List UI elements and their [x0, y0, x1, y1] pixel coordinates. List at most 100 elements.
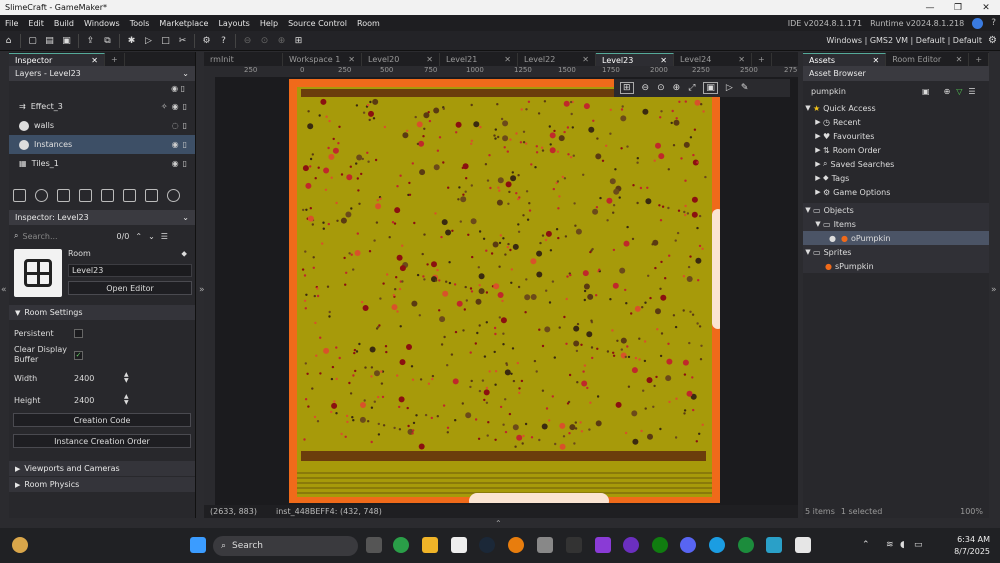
room-instance[interactable] [455, 121, 462, 128]
room-instance[interactable] [696, 226, 699, 230]
room-instance[interactable] [478, 273, 485, 280]
room-instance[interactable] [626, 225, 629, 229]
room-instance[interactable] [588, 126, 595, 133]
room-instance[interactable] [512, 424, 519, 431]
room-instance[interactable] [653, 159, 656, 162]
room-instance[interactable] [377, 325, 380, 329]
room-instance[interactable] [684, 179, 687, 182]
room-instance[interactable] [423, 112, 430, 119]
room-instance[interactable] [478, 288, 485, 295]
run-icon[interactable]: ▷ [142, 34, 155, 47]
room-instance[interactable] [475, 298, 482, 305]
fit-view-icon[interactable]: ⤢ [688, 83, 695, 93]
add-tab-button[interactable]: + [752, 53, 772, 66]
room-instance[interactable] [335, 346, 338, 349]
room-instance[interactable] [579, 421, 582, 424]
room-instance[interactable] [694, 99, 701, 106]
room-instance[interactable] [592, 119, 595, 122]
room-instance[interactable] [479, 125, 482, 129]
room-instance[interactable] [406, 129, 409, 132]
lock-icon[interactable]: ▯ [183, 102, 187, 111]
room-instance[interactable] [613, 188, 620, 195]
room-instance[interactable] [545, 289, 548, 292]
room-instance[interactable] [465, 412, 472, 419]
home-icon[interactable]: ⌂ [2, 34, 15, 47]
room-instance[interactable] [302, 165, 309, 172]
room-instance[interactable] [463, 308, 466, 311]
room-instance[interactable] [530, 436, 534, 439]
room-instance[interactable] [612, 354, 616, 357]
room-instance[interactable] [606, 197, 613, 204]
height-field[interactable]: 2400 [74, 396, 124, 405]
room-instance[interactable] [436, 149, 440, 152]
chevron-down-icon[interactable]: ⌄ [182, 213, 189, 222]
room-instance[interactable] [506, 150, 509, 153]
taskbar-search[interactable]: ⌕ Search [213, 536, 358, 556]
room-instance[interactable] [416, 142, 420, 146]
room-instance[interactable] [399, 265, 406, 272]
room-instance[interactable] [525, 142, 528, 145]
room-instance[interactable] [557, 236, 560, 240]
room-instance[interactable] [596, 347, 599, 350]
room-instance[interactable] [423, 278, 426, 281]
creation-code-button[interactable]: Creation Code [13, 413, 191, 427]
tree-tags[interactable]: ▶ ⬥ Tags [803, 171, 989, 185]
room-instance[interactable] [590, 346, 594, 349]
export-icon[interactable]: ⇪ [84, 34, 97, 47]
room-instance[interactable] [620, 108, 624, 111]
open-editor-button[interactable]: Open Editor [68, 281, 192, 295]
epic-games-icon[interactable] [566, 537, 582, 553]
room-instance[interactable] [311, 387, 314, 390]
room-instance[interactable] [396, 185, 399, 188]
room-instance[interactable] [576, 322, 580, 326]
room-instance[interactable] [415, 414, 418, 417]
room-instance[interactable] [375, 203, 382, 210]
room-instance[interactable] [667, 206, 670, 210]
room-instance[interactable] [467, 233, 470, 236]
room-instance[interactable] [686, 276, 693, 282]
close-tab-icon[interactable]: ✕ [342, 55, 355, 64]
room-instance[interactable] [684, 213, 687, 217]
room-instance[interactable] [422, 135, 425, 138]
tab-inspector[interactable]: Inspector ✕ [9, 53, 105, 66]
room-instance[interactable] [573, 340, 580, 347]
room-instance[interactable] [702, 110, 705, 113]
room-instance[interactable] [485, 386, 489, 390]
room-instance[interactable] [684, 100, 687, 103]
room-instance[interactable] [682, 359, 689, 366]
room-instance[interactable] [398, 396, 405, 403]
room-instance[interactable] [535, 151, 539, 154]
battery-icon[interactable]: ▭ [914, 540, 923, 550]
room-instance[interactable] [517, 223, 520, 226]
room-instance[interactable] [398, 428, 402, 431]
room-instance[interactable] [583, 364, 587, 367]
room-instance[interactable] [364, 366, 367, 369]
room-instance[interactable] [660, 332, 664, 335]
room-instance[interactable] [595, 420, 602, 427]
room-instance[interactable] [478, 230, 482, 233]
room-instance[interactable] [512, 379, 516, 383]
unity-icon[interactable] [537, 537, 553, 553]
room-instance[interactable] [454, 419, 457, 422]
room-instance[interactable] [303, 438, 306, 441]
room-instance[interactable] [411, 432, 414, 435]
room-instance[interactable] [666, 358, 673, 365]
room-instance[interactable] [447, 186, 450, 189]
paint-icon[interactable] [795, 537, 811, 553]
room-instance[interactable] [566, 275, 569, 278]
room-instance[interactable] [697, 279, 700, 282]
room-instance[interactable] [368, 250, 372, 253]
room-instance[interactable] [494, 438, 497, 441]
room-instance[interactable] [541, 234, 545, 237]
room-instance[interactable] [556, 150, 560, 153]
room-instance[interactable] [336, 219, 339, 222]
room-instance[interactable] [431, 374, 435, 378]
room-instance[interactable] [375, 221, 379, 224]
room-instance[interactable] [606, 219, 609, 222]
room-instance[interactable] [555, 228, 559, 231]
taskbar-clock[interactable]: 6:34 AM 8/7/2025 [954, 534, 990, 558]
room-instance[interactable] [401, 280, 404, 283]
room-instance[interactable] [517, 285, 521, 289]
room-instance[interactable] [573, 325, 580, 332]
room-instance[interactable] [398, 287, 402, 291]
